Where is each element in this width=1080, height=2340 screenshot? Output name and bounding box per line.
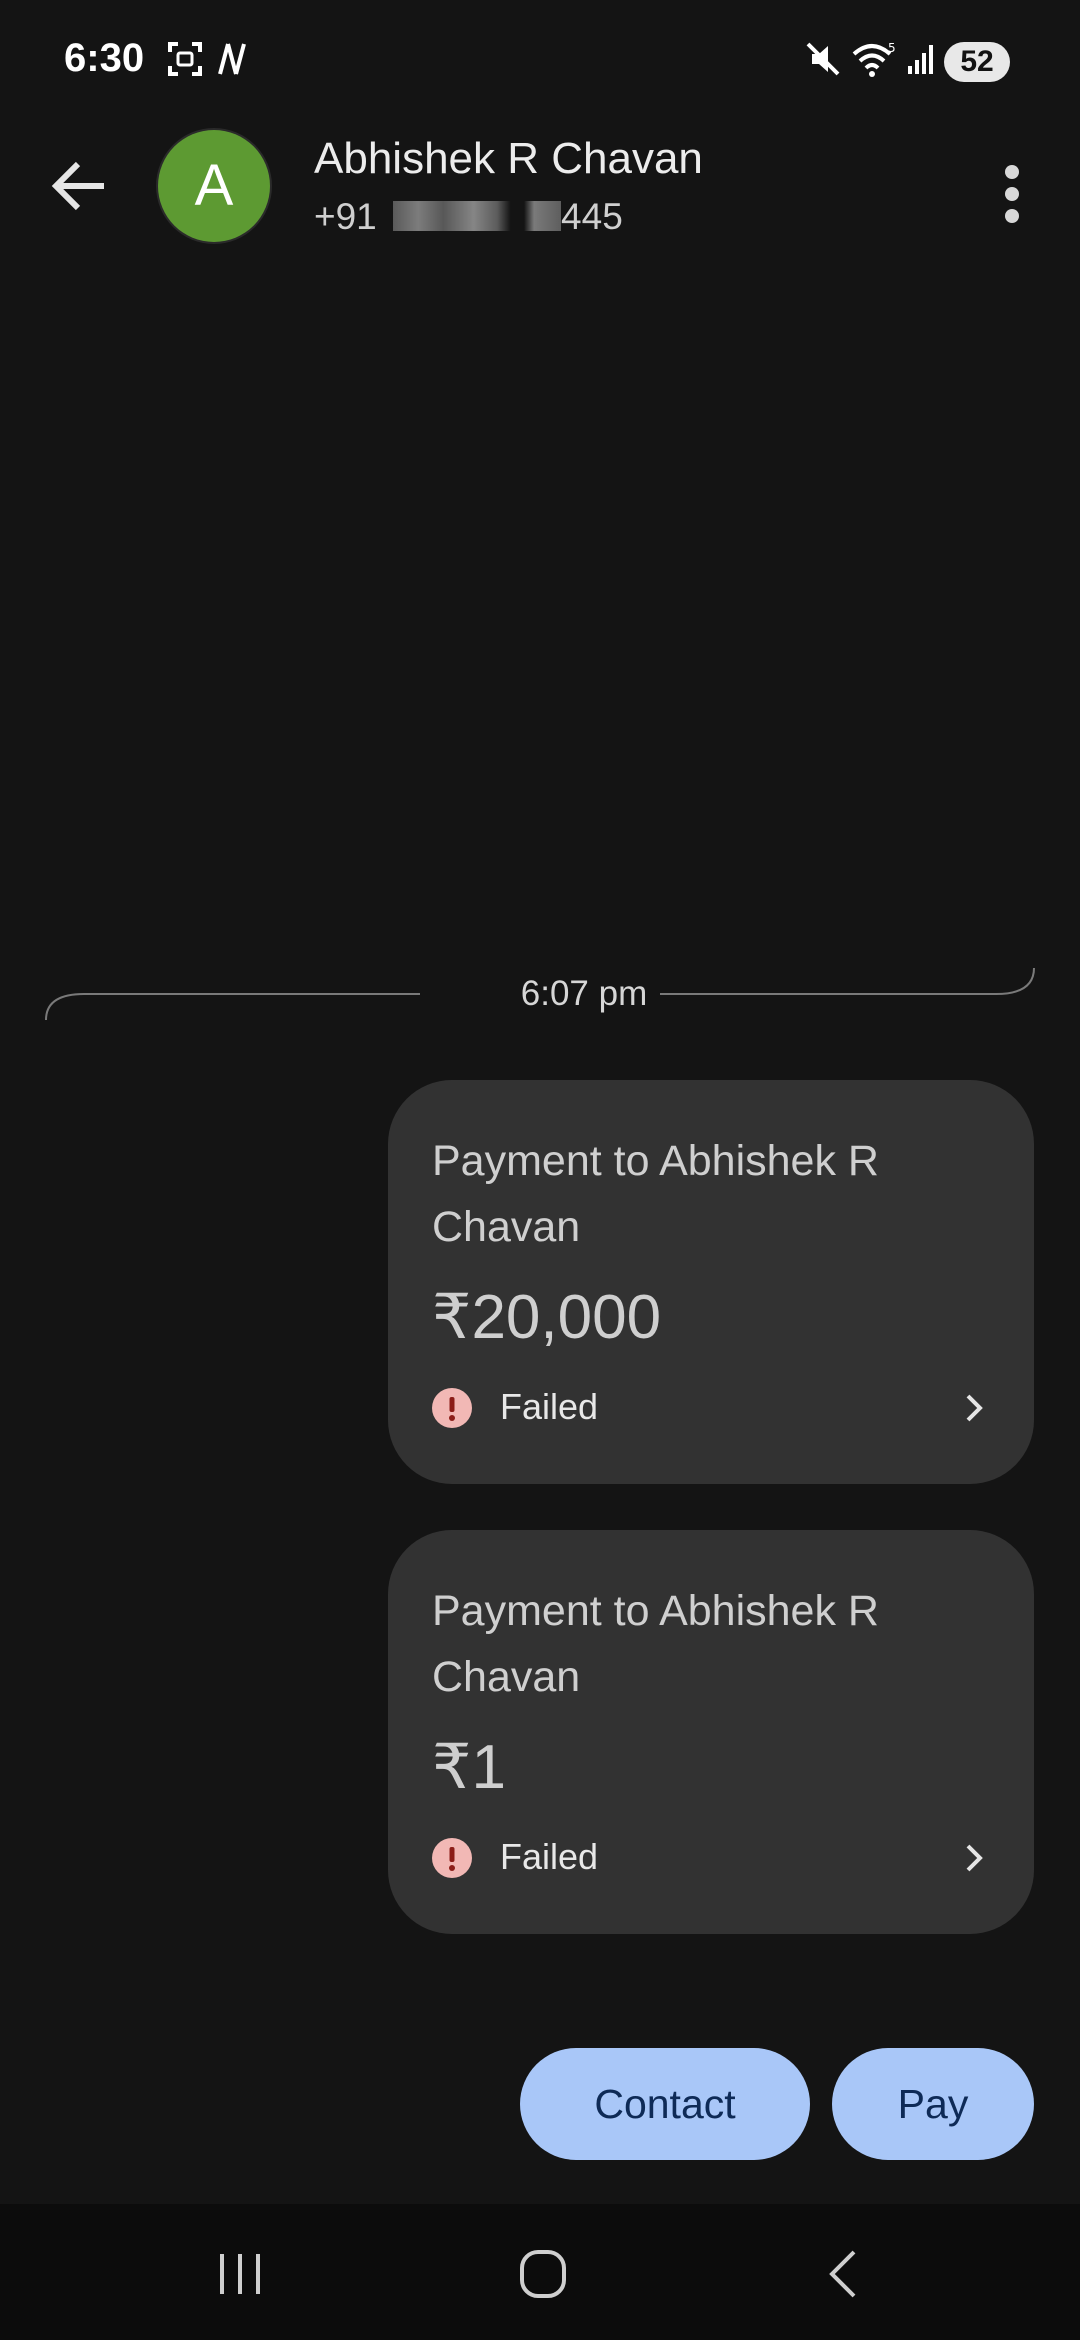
navigation-bar	[0, 2204, 1080, 2340]
more-vert-icon[interactable]	[984, 158, 1040, 230]
payment-title: Payment to Abhishek R Chavan	[432, 1587, 879, 1701]
payment-status-row[interactable]: Failed	[432, 1830, 992, 1886]
svg-text:5: 5	[888, 41, 896, 55]
mute-icon	[806, 42, 840, 76]
signal-icon	[908, 45, 933, 74]
nav-back-icon[interactable]	[806, 2244, 886, 2304]
payment-status: Failed	[500, 1386, 599, 1427]
status-bar: 6:30 5 52	[0, 0, 1080, 120]
number-prefix: +91	[314, 196, 377, 237]
pay-button[interactable]: Pay	[832, 2048, 1034, 2160]
avatar[interactable]: A	[158, 130, 270, 242]
home-icon[interactable]	[502, 2244, 582, 2304]
error-icon	[432, 1838, 472, 1878]
time-divider: 6:07 pm	[44, 966, 1036, 1022]
payment-card[interactable]: Payment to Abhishek R Chavan ₹1 Failed	[388, 1530, 1034, 1934]
screenshot-icon	[168, 42, 202, 76]
recents-icon[interactable]	[200, 2244, 280, 2304]
number-suffix: 445	[561, 196, 623, 237]
status-time: 6:30	[64, 36, 145, 80]
payment-card[interactable]: Payment to Abhishek R Chavan ₹20,000 Fai…	[388, 1080, 1034, 1484]
error-icon	[432, 1388, 472, 1428]
payment-status: Failed	[500, 1836, 599, 1877]
contact-name[interactable]: Abhishek R Chavan	[314, 134, 703, 184]
contact-number: +91 445	[314, 196, 623, 238]
payment-status-row[interactable]: Failed	[432, 1380, 992, 1436]
divider-line-left	[45, 993, 420, 1021]
number-redacted	[393, 201, 562, 231]
nfc-icon	[218, 43, 246, 75]
wifi-icon: 5	[852, 41, 896, 77]
payment-title: Payment to Abhishek R Chavan	[432, 1137, 879, 1251]
payment-amount: ₹20,000	[432, 1283, 662, 1352]
contact-button[interactable]: Contact	[520, 2048, 810, 2160]
divider-line-right	[660, 967, 1035, 995]
conversation-header: A Abhishek R Chavan +91 445	[0, 120, 1080, 260]
battery-indicator: 52	[944, 42, 1010, 82]
chevron-right-icon	[966, 1844, 983, 1872]
payment-amount: ₹1	[432, 1733, 506, 1802]
back-arrow-icon[interactable]	[44, 150, 116, 222]
chevron-right-icon	[966, 1394, 983, 1422]
